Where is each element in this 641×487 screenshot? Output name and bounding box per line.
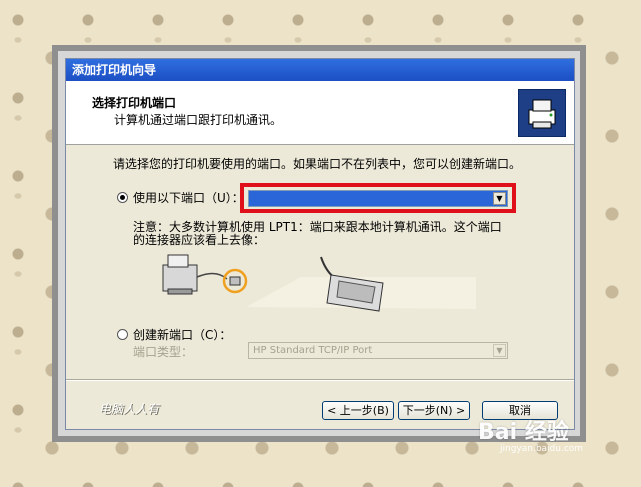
next-button[interactable]: 下一步(N) > — [398, 401, 470, 420]
port-connector-illustration — [151, 247, 481, 317]
header-subtitle: 计算机通过端口跟打印机通讯。 — [114, 113, 283, 127]
create-new-port-radio[interactable] — [117, 329, 128, 340]
use-port-label[interactable]: 使用以下端口（U）： — [133, 189, 244, 206]
port-type-label: 端口类型： — [133, 345, 194, 359]
port-type-combobox: HP Standard TCP/IP Port ▼ — [248, 342, 508, 359]
corner-watermark: 电脑人人有 — [99, 402, 160, 416]
baidu-logo-text: Bai 经验 — [478, 420, 569, 445]
add-printer-wizard-dialog: 添加打印机向导 选择打印机端口 计算机通过端口跟打印机通讯。 请选择您的打印机要… — [65, 58, 575, 430]
use-port-radio[interactable] — [117, 192, 128, 203]
instruction-text: 请选择您的打印机要使用的端口。如果端口不在列表中，您可以创建新端口。 — [113, 157, 522, 171]
footer-divider — [66, 379, 574, 381]
back-button[interactable]: < 上一步(B) — [322, 401, 394, 420]
chevron-down-icon: ▼ — [493, 344, 506, 357]
port-combobox[interactable]: ▼ — [248, 190, 508, 207]
port-type-value: HP Standard TCP/IP Port — [253, 345, 373, 356]
printer-wizard-icon — [518, 89, 566, 137]
note-text: 注意：大多数计算机使用 LPT1：端口来跟本地计算机通讯。这个端口 的连接器应该… — [133, 221, 502, 247]
baidu-url: jingyan.baidu.com — [500, 444, 584, 454]
wizard-header: 选择打印机端口 计算机通过端口跟打印机通讯。 — [66, 81, 574, 145]
baidu-watermark: Bai 经验 jingyan.baidu.com — [478, 410, 638, 460]
create-new-port-label[interactable]: 创建新端口（C）： — [133, 326, 231, 343]
window-title: 添加打印机向导 — [66, 59, 574, 81]
note-line-2: 的连接器应该看上去像： — [133, 233, 266, 247]
header-title: 选择打印机端口 — [92, 96, 177, 110]
chevron-down-icon[interactable]: ▼ — [493, 192, 506, 205]
